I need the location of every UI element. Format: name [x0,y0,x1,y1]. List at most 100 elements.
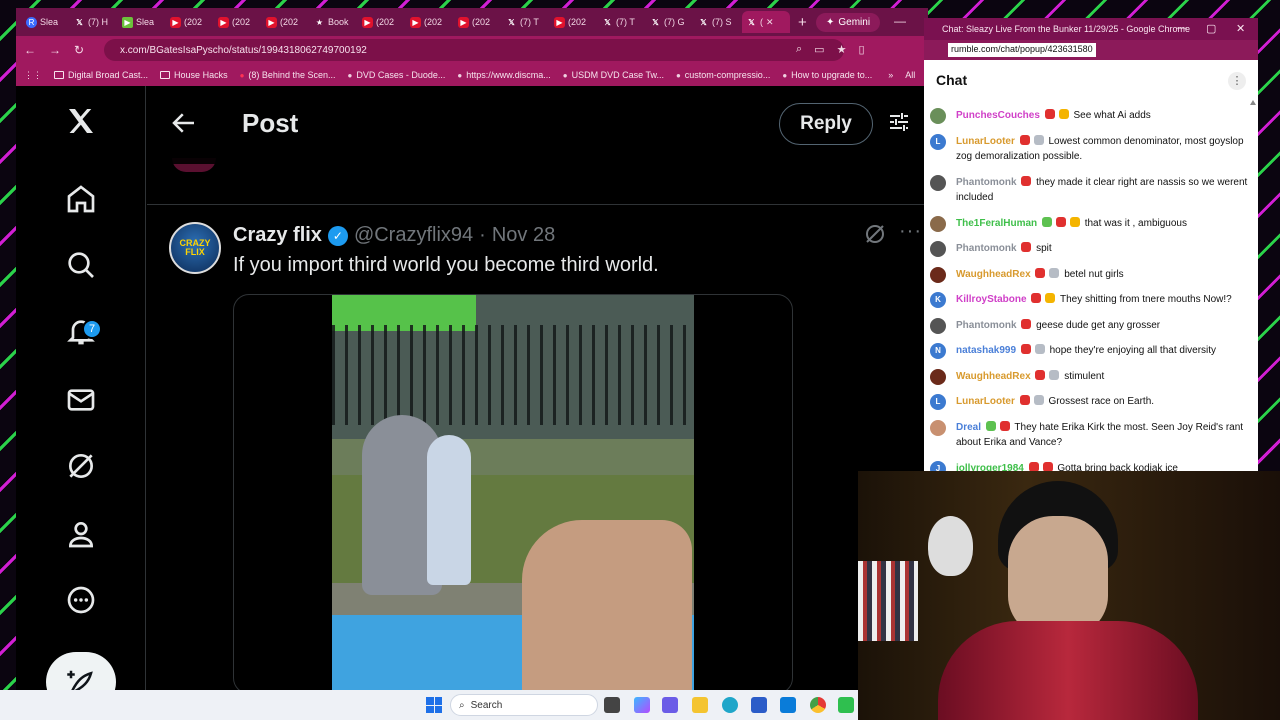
browser-tab[interactable]: ▶ (202 [406,11,454,33]
window-minimize-icon[interactable]: — [1176,22,1187,34]
browser-tab[interactable]: ▶ (202 [262,11,310,33]
browser-tab[interactable]: R Slea [22,11,70,33]
chat-username[interactable]: Phantomonk [956,243,1017,254]
chrome-icon[interactable] [810,697,826,713]
reply-button[interactable]: Reply [779,103,873,145]
browser-tab[interactable]: 𝕏 (✕ [742,11,790,33]
chat-avatar[interactable] [930,241,946,257]
bookmark-item[interactable]: ● DVD Cases - Duode... [347,70,445,80]
bookmark-item[interactable]: ● https://www.discma... [457,70,550,80]
tweet-media[interactable] [233,294,793,690]
messages-mail-icon[interactable] [64,383,98,417]
windows-start-icon[interactable] [426,697,442,713]
browser-tab[interactable]: 𝕏 (7) T [502,11,550,33]
bookmark-item[interactable]: ● (8) Behind the Scen... [240,70,336,80]
chat-avatar[interactable]: L [930,394,946,410]
search-icon[interactable] [64,248,98,282]
minimize-button[interactable]: — [894,14,906,28]
chat-username[interactable]: Dreal [956,422,981,433]
chat-username[interactable]: The1FeralHuman [956,218,1037,229]
browser-tab[interactable]: ▶ (202 [358,11,406,33]
reload-icon[interactable]: ↻ [74,43,84,57]
bookmarks-overflow-button[interactable]: » [888,70,893,80]
apps-grid-icon[interactable]: ⋮⋮ [24,70,42,81]
task-view-icon[interactable] [604,697,620,713]
file-explorer-icon[interactable] [692,697,708,713]
chat-avatar[interactable] [930,368,946,385]
tab-close-icon[interactable]: ✕ [766,17,774,28]
chat-avatar[interactable] [930,266,946,283]
chat-username[interactable]: natashak999 [956,345,1016,356]
app-icon[interactable] [838,697,854,713]
bookmark-item[interactable]: House Hacks [160,70,228,80]
edge-icon[interactable] [722,697,738,713]
chat-username[interactable]: WaughheadRex [956,269,1031,280]
tweet-author-avatar[interactable]: CRAZY FLIX [169,222,221,274]
taskbar-search[interactable]: ⌕ Search [450,694,598,716]
video-player[interactable] [332,295,694,690]
author-name[interactable]: Crazy flix [233,224,322,247]
bookmark-item[interactable]: Digital Broad Cast... [54,70,148,80]
bookmark-item[interactable]: ● USDM DVD Case Tw... [563,70,664,80]
home-icon[interactable] [64,182,98,216]
browser-tab[interactable]: ▶ Slea [118,11,166,33]
browser-tab[interactable]: ★ Book [310,11,358,33]
tweet-date[interactable]: Nov 28 [492,224,555,247]
chat-avatar[interactable] [930,215,946,232]
chat-avatar[interactable]: L [930,133,946,150]
filter-sliders-icon[interactable] [887,110,911,134]
browser-tab[interactable]: 𝕏 (7) H [70,11,118,33]
chat-url[interactable]: rumble.com/chat/popup/423631580 [948,43,1096,57]
grok-icon[interactable] [64,449,98,483]
outlook-icon[interactable] [780,697,796,713]
chat-avatar[interactable]: K [930,292,946,308]
more-circle-icon[interactable] [64,583,98,617]
profile-icon[interactable] [64,517,98,551]
bookmark-item[interactable]: ● How to upgrade to... [782,70,872,80]
chat-username[interactable]: WaughheadRex [956,371,1031,382]
all-bookmarks-button[interactable]: All [905,70,915,80]
forward-nav-icon[interactable]: → [49,43,61,57]
copilot-icon[interactable] [634,697,650,713]
browser-tab[interactable]: ▶ (202 [166,11,214,33]
chat-username[interactable]: LunarLooter [956,396,1015,407]
cast-icon[interactable]: ▭ [814,43,824,56]
window-maximize-icon[interactable]: ▢ [1206,22,1216,35]
bookmark-item[interactable]: ● custom-compressio... [676,70,770,80]
browser-tab[interactable]: ▶ (202 [454,11,502,33]
window-close-icon[interactable]: ✕ [1236,22,1245,35]
chat-menu-icon[interactable]: ⋮ [1228,72,1246,90]
grok-explain-icon[interactable] [863,222,887,246]
more-options-icon[interactable]: ··· [899,220,922,243]
chat-avatar[interactable]: J [930,460,946,471]
browser-tab[interactable]: 𝕏 (7) T [598,11,646,33]
browser-tab[interactable]: ▶ (202 [214,11,262,33]
chat-username[interactable]: Phantomonk [956,320,1017,331]
chat-username[interactable]: Phantomonk [956,177,1017,188]
teams-icon[interactable] [662,697,678,713]
chat-avatar[interactable] [930,317,946,334]
sidepanel-icon[interactable]: ▯ [858,43,864,56]
back-nav-icon[interactable]: ← [24,43,36,57]
zoom-icon[interactable]: ⌕ [796,43,802,56]
x-logo-icon[interactable] [64,104,98,138]
chat-username[interactable]: PunchesCouches [956,110,1040,121]
bookmark-star-icon[interactable]: ★ [837,43,847,56]
author-handle[interactable]: @Crazyflix94 [354,224,473,247]
new-tab-button[interactable]: + [798,14,807,31]
browser-tab[interactable]: ▶ (202 [550,11,598,33]
browser-tab[interactable]: 𝕏 (7) G [646,11,694,33]
chat-avatar[interactable] [930,108,946,124]
gemini-button[interactable]: ✦ Gemini [816,13,881,32]
store-icon[interactable] [751,697,767,713]
url-field[interactable]: x.com/BGatesIsaPyscho/status/19943180627… [104,39,844,61]
chat-avatar[interactable]: N [930,343,946,359]
back-arrow-icon[interactable] [169,108,199,138]
chat-username[interactable]: KillroyStabone [956,294,1027,305]
chat-avatar[interactable] [930,174,946,191]
chat-scroll-up-icon[interactable] [1250,100,1256,105]
chat-username[interactable]: LunarLooter [956,136,1015,147]
browser-tab[interactable]: 𝕏 (7) S [694,11,742,33]
chat-username[interactable]: jollyroger1984 [956,463,1024,472]
compose-post-button[interactable] [46,652,116,690]
